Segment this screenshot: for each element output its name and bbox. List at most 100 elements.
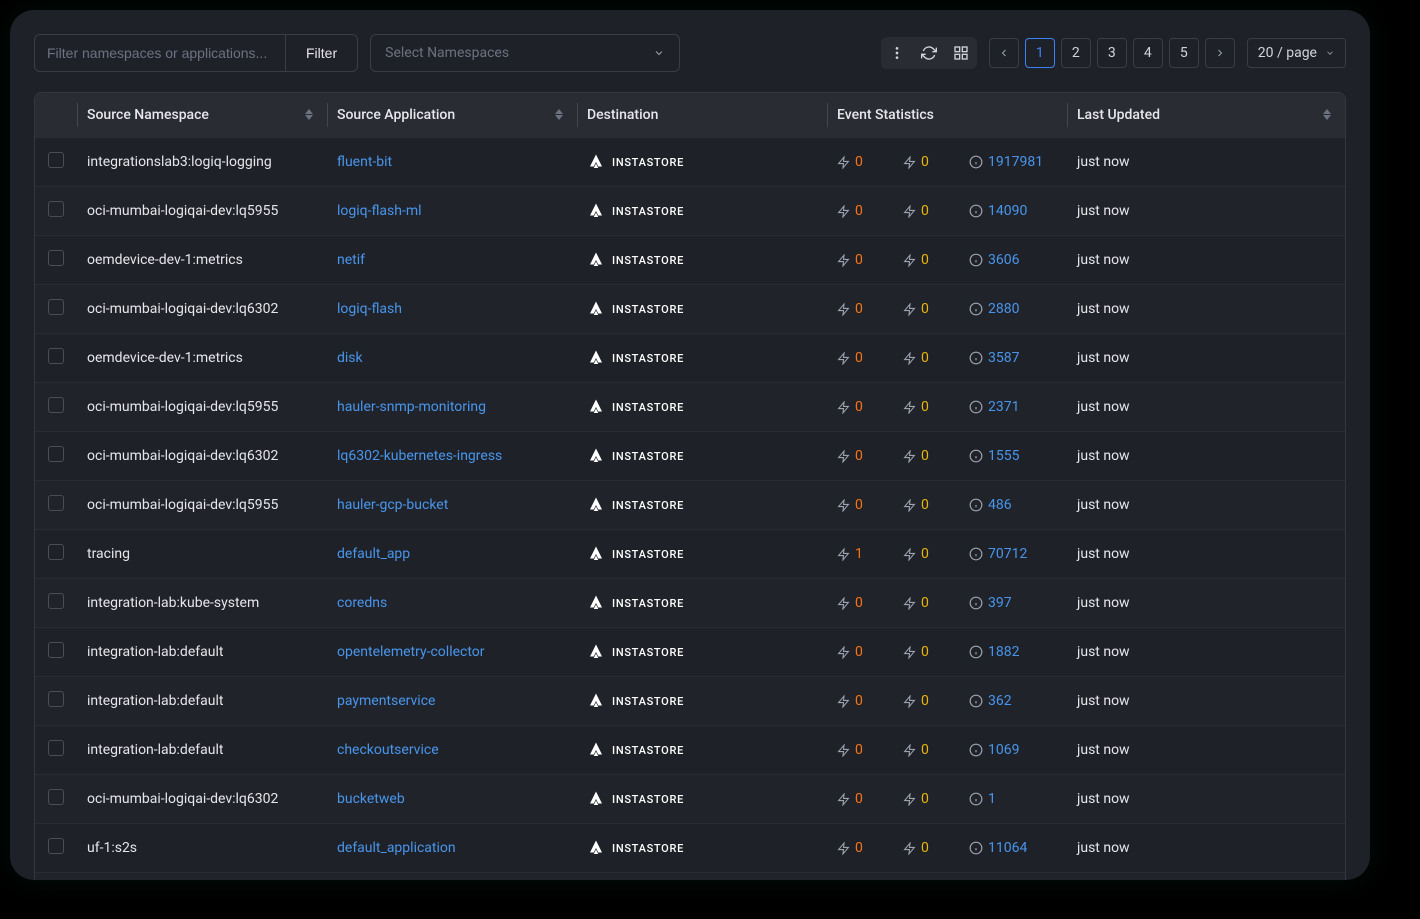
cell-application-link[interactable]: logiq-flash-ml	[337, 203, 422, 219]
stat-total[interactable]: 70712	[969, 546, 1027, 562]
stat-total[interactable]: 1	[969, 791, 1009, 807]
stat-total[interactable]: 2880	[969, 301, 1019, 317]
filter-button[interactable]: Filter	[285, 35, 357, 71]
bolt-icon	[903, 842, 916, 855]
cell-namespace: integration-lab:default	[77, 628, 327, 677]
stat-warnings: 0	[903, 252, 943, 268]
stat-warnings: 0	[903, 448, 943, 464]
row-checkbox[interactable]	[48, 789, 64, 805]
row-checkbox[interactable]	[48, 495, 64, 511]
row-checkbox[interactable]	[48, 593, 64, 609]
cell-application-link[interactable]: hauler-gcp-bucket	[337, 497, 448, 513]
cell-namespace: integration-lab:kube-system	[77, 579, 327, 628]
cell-application-link[interactable]: logiq-flash	[337, 301, 402, 317]
data-table-container: Source Namespace Source Application	[34, 92, 1346, 880]
cell-application-link[interactable]: paymentservice	[337, 693, 435, 709]
cell-updated: just now	[1067, 628, 1345, 677]
cell-updated: just now	[1067, 873, 1345, 881]
col-application[interactable]: Source Application	[327, 93, 577, 138]
destination-badge: INSTASTORE	[587, 202, 817, 220]
cell-application-link[interactable]: fluent-bit	[337, 154, 392, 170]
cell-updated: just now	[1067, 530, 1345, 579]
row-checkbox[interactable]	[48, 544, 64, 560]
stat-total[interactable]: 1882	[969, 644, 1019, 660]
cell-application-link[interactable]: netif	[337, 252, 365, 268]
instastore-logo-icon	[587, 741, 605, 759]
col-namespace[interactable]: Source Namespace	[77, 93, 327, 138]
row-checkbox[interactable]	[48, 201, 64, 217]
page-size-select[interactable]: 20 / page	[1247, 38, 1346, 68]
row-checkbox[interactable]	[48, 691, 64, 707]
row-checkbox[interactable]	[48, 299, 64, 315]
stat-warnings: 0	[903, 791, 943, 807]
row-checkbox[interactable]	[48, 152, 64, 168]
table-row: integrationslab3:logiq-loggingfluent-bit…	[35, 138, 1345, 187]
cell-application-link[interactable]: opentelemetry-collector	[337, 644, 485, 660]
row-checkbox[interactable]	[48, 446, 64, 462]
table-row: oci-mumbai-logiqai-dev:lq5955hauler-gcp-…	[35, 481, 1345, 530]
table-row: oemdevice-dev-1:metricsdiskINSTASTORE003…	[35, 334, 1345, 383]
more-options-button[interactable]	[883, 39, 911, 67]
destination-badge: INSTASTORE	[587, 643, 817, 661]
grid-view-button[interactable]	[947, 39, 975, 67]
stat-total[interactable]: 1555	[969, 448, 1019, 464]
row-checkbox[interactable]	[48, 250, 64, 266]
info-icon	[969, 792, 983, 806]
stat-warnings: 0	[903, 301, 943, 317]
page-button-5[interactable]: 5	[1169, 38, 1199, 68]
stats-group: 001917981	[837, 154, 1057, 170]
filter-input[interactable]	[35, 35, 285, 71]
bolt-icon	[837, 254, 850, 267]
stat-warnings: 0	[903, 546, 943, 562]
cell-namespace: oci-mumbai-logiqai-dev:lq6302	[77, 285, 327, 334]
stat-warnings: 0	[903, 742, 943, 758]
destination-label: INSTASTORE	[612, 156, 684, 169]
stat-total[interactable]: 1069	[969, 742, 1019, 758]
row-checkbox[interactable]	[48, 838, 64, 854]
stat-total[interactable]: 362	[969, 693, 1012, 709]
stat-total[interactable]: 486	[969, 497, 1012, 513]
stat-total[interactable]: 1917981	[969, 154, 1043, 170]
col-updated[interactable]: Last Updated	[1067, 93, 1345, 138]
page-button-4[interactable]: 4	[1133, 38, 1163, 68]
page-button-3[interactable]: 3	[1097, 38, 1127, 68]
cell-application-link[interactable]: coredns	[337, 595, 387, 611]
bolt-icon	[837, 352, 850, 365]
page-button-1[interactable]: 1	[1025, 38, 1055, 68]
stat-errors: 0	[837, 644, 877, 660]
toolbar: Filter Select Namespaces 12345	[10, 10, 1370, 80]
info-icon	[969, 743, 983, 757]
stat-total[interactable]: 11064	[969, 840, 1027, 856]
cell-application-link[interactable]: lq6302-kubernetes-ingress	[337, 448, 502, 464]
row-checkbox[interactable]	[48, 397, 64, 413]
row-checkbox[interactable]	[48, 740, 64, 756]
page-button-2[interactable]: 2	[1061, 38, 1091, 68]
namespace-select[interactable]: Select Namespaces	[370, 34, 680, 72]
dots-vertical-icon	[889, 45, 905, 61]
stat-errors: 0	[837, 791, 877, 807]
stat-total[interactable]: 3606	[969, 252, 1019, 268]
cell-application-link[interactable]: default_app	[337, 546, 410, 562]
stat-total[interactable]: 3587	[969, 350, 1019, 366]
instastore-logo-icon	[587, 496, 605, 514]
cell-updated: just now	[1067, 726, 1345, 775]
page-next-button[interactable]	[1205, 38, 1235, 68]
grid-icon	[953, 45, 969, 61]
cell-namespace: oci-mumbai-logiqai-dev:lq5955	[77, 383, 327, 432]
instastore-logo-icon	[587, 545, 605, 563]
stat-total[interactable]: 397	[969, 595, 1012, 611]
cell-application-link[interactable]: disk	[337, 350, 363, 366]
cell-application-link[interactable]: checkoutservice	[337, 742, 439, 758]
cell-application-link[interactable]: hauler-snmp-monitoring	[337, 399, 486, 415]
stat-total[interactable]: 2371	[969, 399, 1019, 415]
stat-total[interactable]: 14090	[969, 203, 1027, 219]
page-prev-button[interactable]	[989, 38, 1019, 68]
table-row: oci-mumbai-logiqai-dev:lq5955coffee-serv…	[35, 873, 1345, 881]
cell-application-link[interactable]: bucketweb	[337, 791, 405, 807]
row-checkbox[interactable]	[48, 642, 64, 658]
refresh-button[interactable]	[915, 39, 943, 67]
cell-application-link[interactable]: default_application	[337, 840, 456, 856]
row-checkbox[interactable]	[48, 348, 64, 364]
table-row: integration-lab:defaultpaymentserviceINS…	[35, 677, 1345, 726]
stat-errors: 0	[837, 252, 877, 268]
